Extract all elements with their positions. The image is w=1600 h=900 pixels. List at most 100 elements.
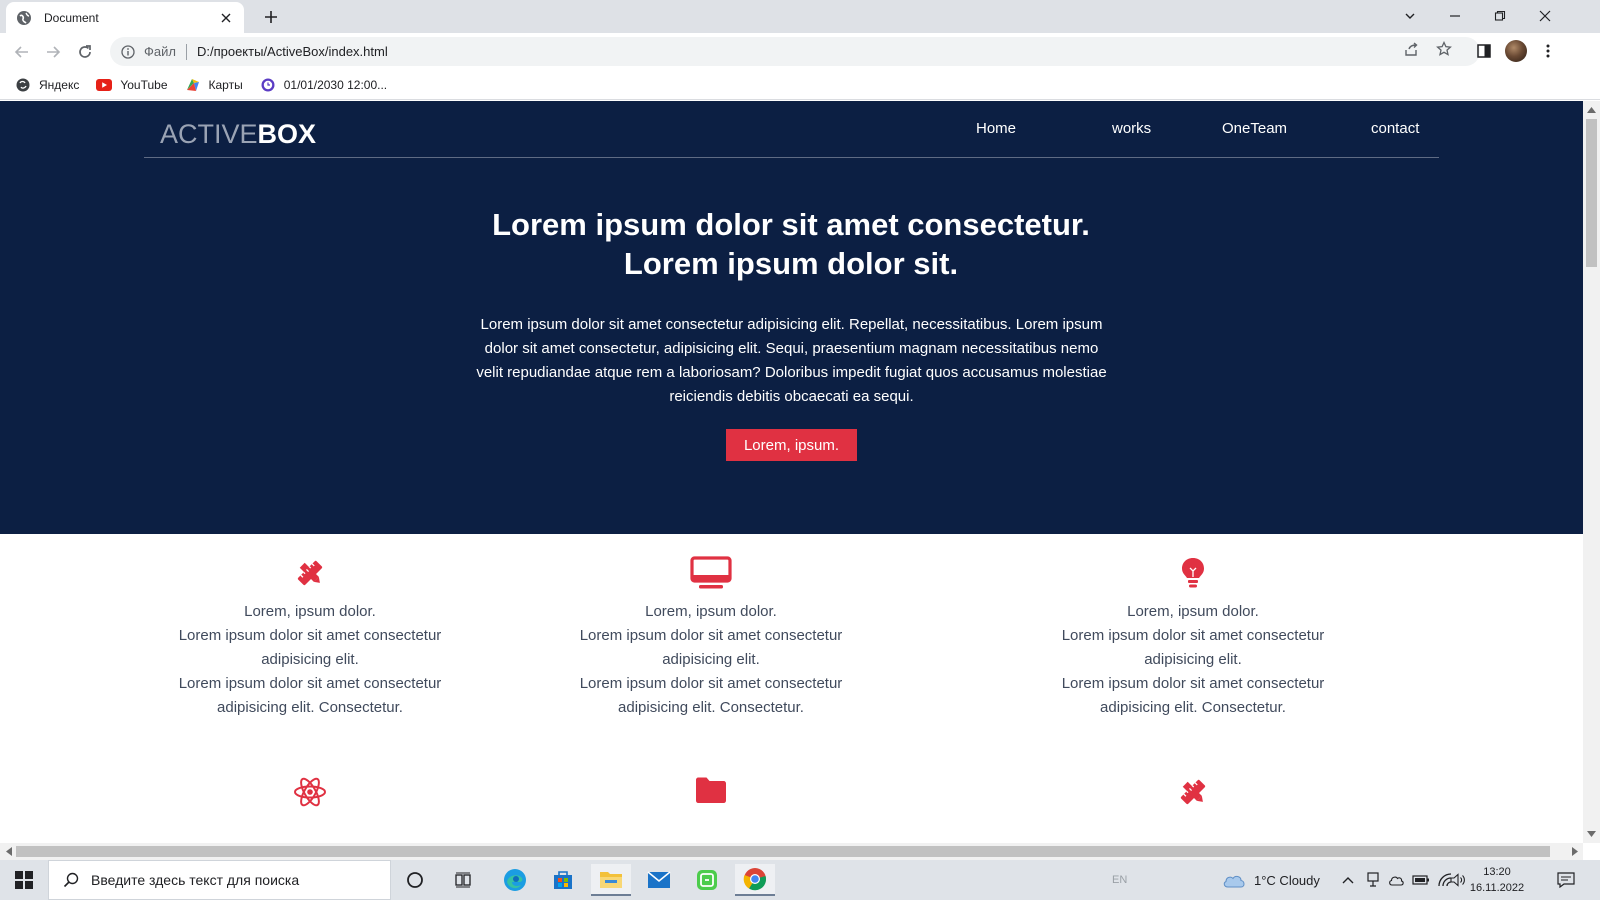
battery-icon[interactable] [1412,860,1430,900]
folder-icon [556,775,866,805]
feature-text: Lorem ipsum dolor sit amet consectetur a… [1061,627,1325,668]
scroll-up-arrow-icon[interactable] [1587,105,1596,114]
feature-text: Lorem ipsum dolor sit amet consectetur a… [579,627,843,668]
feature-text: Lorem ipsum dolor sit amet consectetur a… [178,675,442,716]
back-arrow-icon[interactable] [11,41,33,63]
url-scheme-label: Файл [144,44,176,59]
info-icon[interactable] [120,44,136,60]
hero-cta-button[interactable]: Lorem, ipsum. [726,429,857,461]
scroll-right-arrow-icon[interactable] [1570,847,1579,856]
scroll-down-arrow-icon[interactable] [1587,829,1596,838]
tab-strip: Document [0,0,1600,33]
bookmarks-bar: Яндекс YouTube Карты 01/01/2030 12:00... [0,70,1600,100]
bookmark-yandex[interactable]: Яндекс [15,77,79,93]
weather-widget[interactable]: 1°C Cloudy [1222,860,1320,900]
notifications-icon[interactable] [1557,860,1575,900]
nav-link-home[interactable]: Home [976,120,1016,137]
side-panel-icon[interactable] [1473,40,1495,62]
forward-arrow-icon[interactable] [42,41,64,63]
cloud-icon [1222,872,1246,888]
search-icon [63,872,79,888]
hero-paragraph: Lorem ipsum dolor sit amet consectetur a… [476,316,1107,405]
globe-icon [16,10,32,26]
hero-title-line: Lorem ipsum dolor sit. [623,246,959,281]
feature-title: Lorem, ipsum dolor. [645,603,777,620]
restore-icon[interactable] [1488,4,1512,28]
input-language[interactable]: EN [1112,860,1127,900]
desktop-icon [556,556,866,592]
tray-chevron-up-icon[interactable] [1342,860,1354,900]
bookmark-label: YouTube [120,77,168,92]
bookmark-star-icon[interactable] [1435,40,1453,58]
tab-title: Document [44,10,99,25]
mail-icon[interactable] [639,864,679,896]
bookmark-label: Яндекс [39,77,80,92]
scroll-left-arrow-icon[interactable] [4,847,13,856]
clock-time: 13:20 [1483,866,1511,878]
share-icon[interactable] [1403,40,1421,58]
green-app-icon[interactable] [687,864,727,896]
vertical-scroll-thumb[interactable] [1586,119,1597,267]
maps-icon [185,77,201,93]
taskbar-search-box[interactable]: Введите здесь текст для поиска [48,860,391,900]
chrome-icon[interactable] [735,864,775,896]
browser-toolbar: Файл D:/проекты/ActiveBox/index.html [0,33,1600,70]
hero-title-line: Lorem ipsum dolor sit amet consectetur. [492,207,1090,242]
taskbar-clock[interactable]: 13:20 16.11.2022 [1462,864,1532,896]
address-bar[interactable]: Файл D:/проекты/ActiveBox/index.html [110,37,1480,66]
feature-card: Lorem, ipsum dolor. Lorem ipsum dolor si… [155,556,465,720]
header-divider [144,157,1439,158]
horizontal-scroll-thumb[interactable] [16,846,1550,857]
feature-card: Lorem, ipsum dolor. Lorem ipsum dolor si… [1038,556,1348,720]
hero-title: Lorem ipsum dolor sit amet consectetur. … [291,205,1291,283]
weather-text: 1°C Cloudy [1254,872,1320,888]
nav-link-works[interactable]: works [1112,120,1151,137]
microsoft-store-icon[interactable] [543,864,583,896]
feature-card: Lorem, ipsum dolor. Lorem ipsum dolor si… [556,556,866,720]
profile-avatar[interactable] [1505,40,1527,62]
minimize-icon[interactable] [1443,4,1467,28]
tab-search-chevron-icon[interactable] [1398,4,1422,28]
meet-now-icon[interactable] [1367,860,1379,900]
bookmark-maps[interactable]: Карты [185,77,243,93]
feature-title: Lorem, ipsum dolor. [1127,603,1259,620]
new-tab-plus-icon[interactable] [260,6,282,28]
clock-date: 16.11.2022 [1469,882,1525,894]
clock-site-icon [260,77,276,93]
tab-document[interactable]: Document [6,2,244,33]
hero-section: ACTIVEBOX Home works OneTeam contact Lor… [0,101,1583,534]
feature-text: Lorem ipsum dolor sit amet consectetur a… [178,627,442,668]
pencil-ruler-icon [1038,775,1348,809]
logo-bold-text: BOX [257,119,317,149]
bookmark-label: 01/01/2030 12:00... [283,77,388,92]
yandex-icon [15,77,31,93]
close-window-icon[interactable] [1533,4,1557,28]
horizontal-scrollbar[interactable] [0,843,1583,860]
site-logo[interactable]: ACTIVEBOX [160,119,316,150]
nav-link-contact[interactable]: contact [1371,120,1419,137]
feature-text: Lorem ipsum dolor sit amet consectetur a… [579,675,843,716]
kebab-menu-icon[interactable] [1537,40,1559,62]
lightbulb-icon [1038,556,1348,592]
bookmark-youtube[interactable]: YouTube [96,77,168,93]
reload-icon[interactable] [74,41,96,63]
page-viewport: ACTIVEBOX Home works OneTeam contact Lor… [0,101,1583,843]
nav-link-oneteam[interactable]: OneTeam [1222,120,1287,137]
edge-browser-icon[interactable] [495,864,535,896]
bookmark-label: Карты [208,77,243,92]
cortana-circle-icon[interactable] [395,864,435,896]
url-text[interactable]: D:/проекты/ActiveBox/index.html [197,44,388,59]
search-placeholder: Введите здесь текст для поиска [91,872,300,888]
file-explorer-icon[interactable] [591,864,631,896]
logo-light-text: ACTIVE [160,119,258,149]
feature-text: Lorem ipsum dolor sit amet consectetur a… [1061,675,1325,716]
windows-start-icon[interactable] [0,860,48,900]
bookmark-countdown[interactable]: 01/01/2030 12:00... [260,77,387,93]
feature-title: Lorem, ipsum dolor. [244,603,376,620]
windows-taskbar: Введите здесь текст для поиска EN 1°C Cl… [0,860,1600,900]
youtube-icon [96,77,113,93]
vertical-scrollbar[interactable] [1583,101,1600,843]
task-view-icon[interactable] [443,864,483,896]
close-tab-icon[interactable] [218,10,234,26]
onedrive-cloud-icon[interactable] [1388,860,1404,900]
